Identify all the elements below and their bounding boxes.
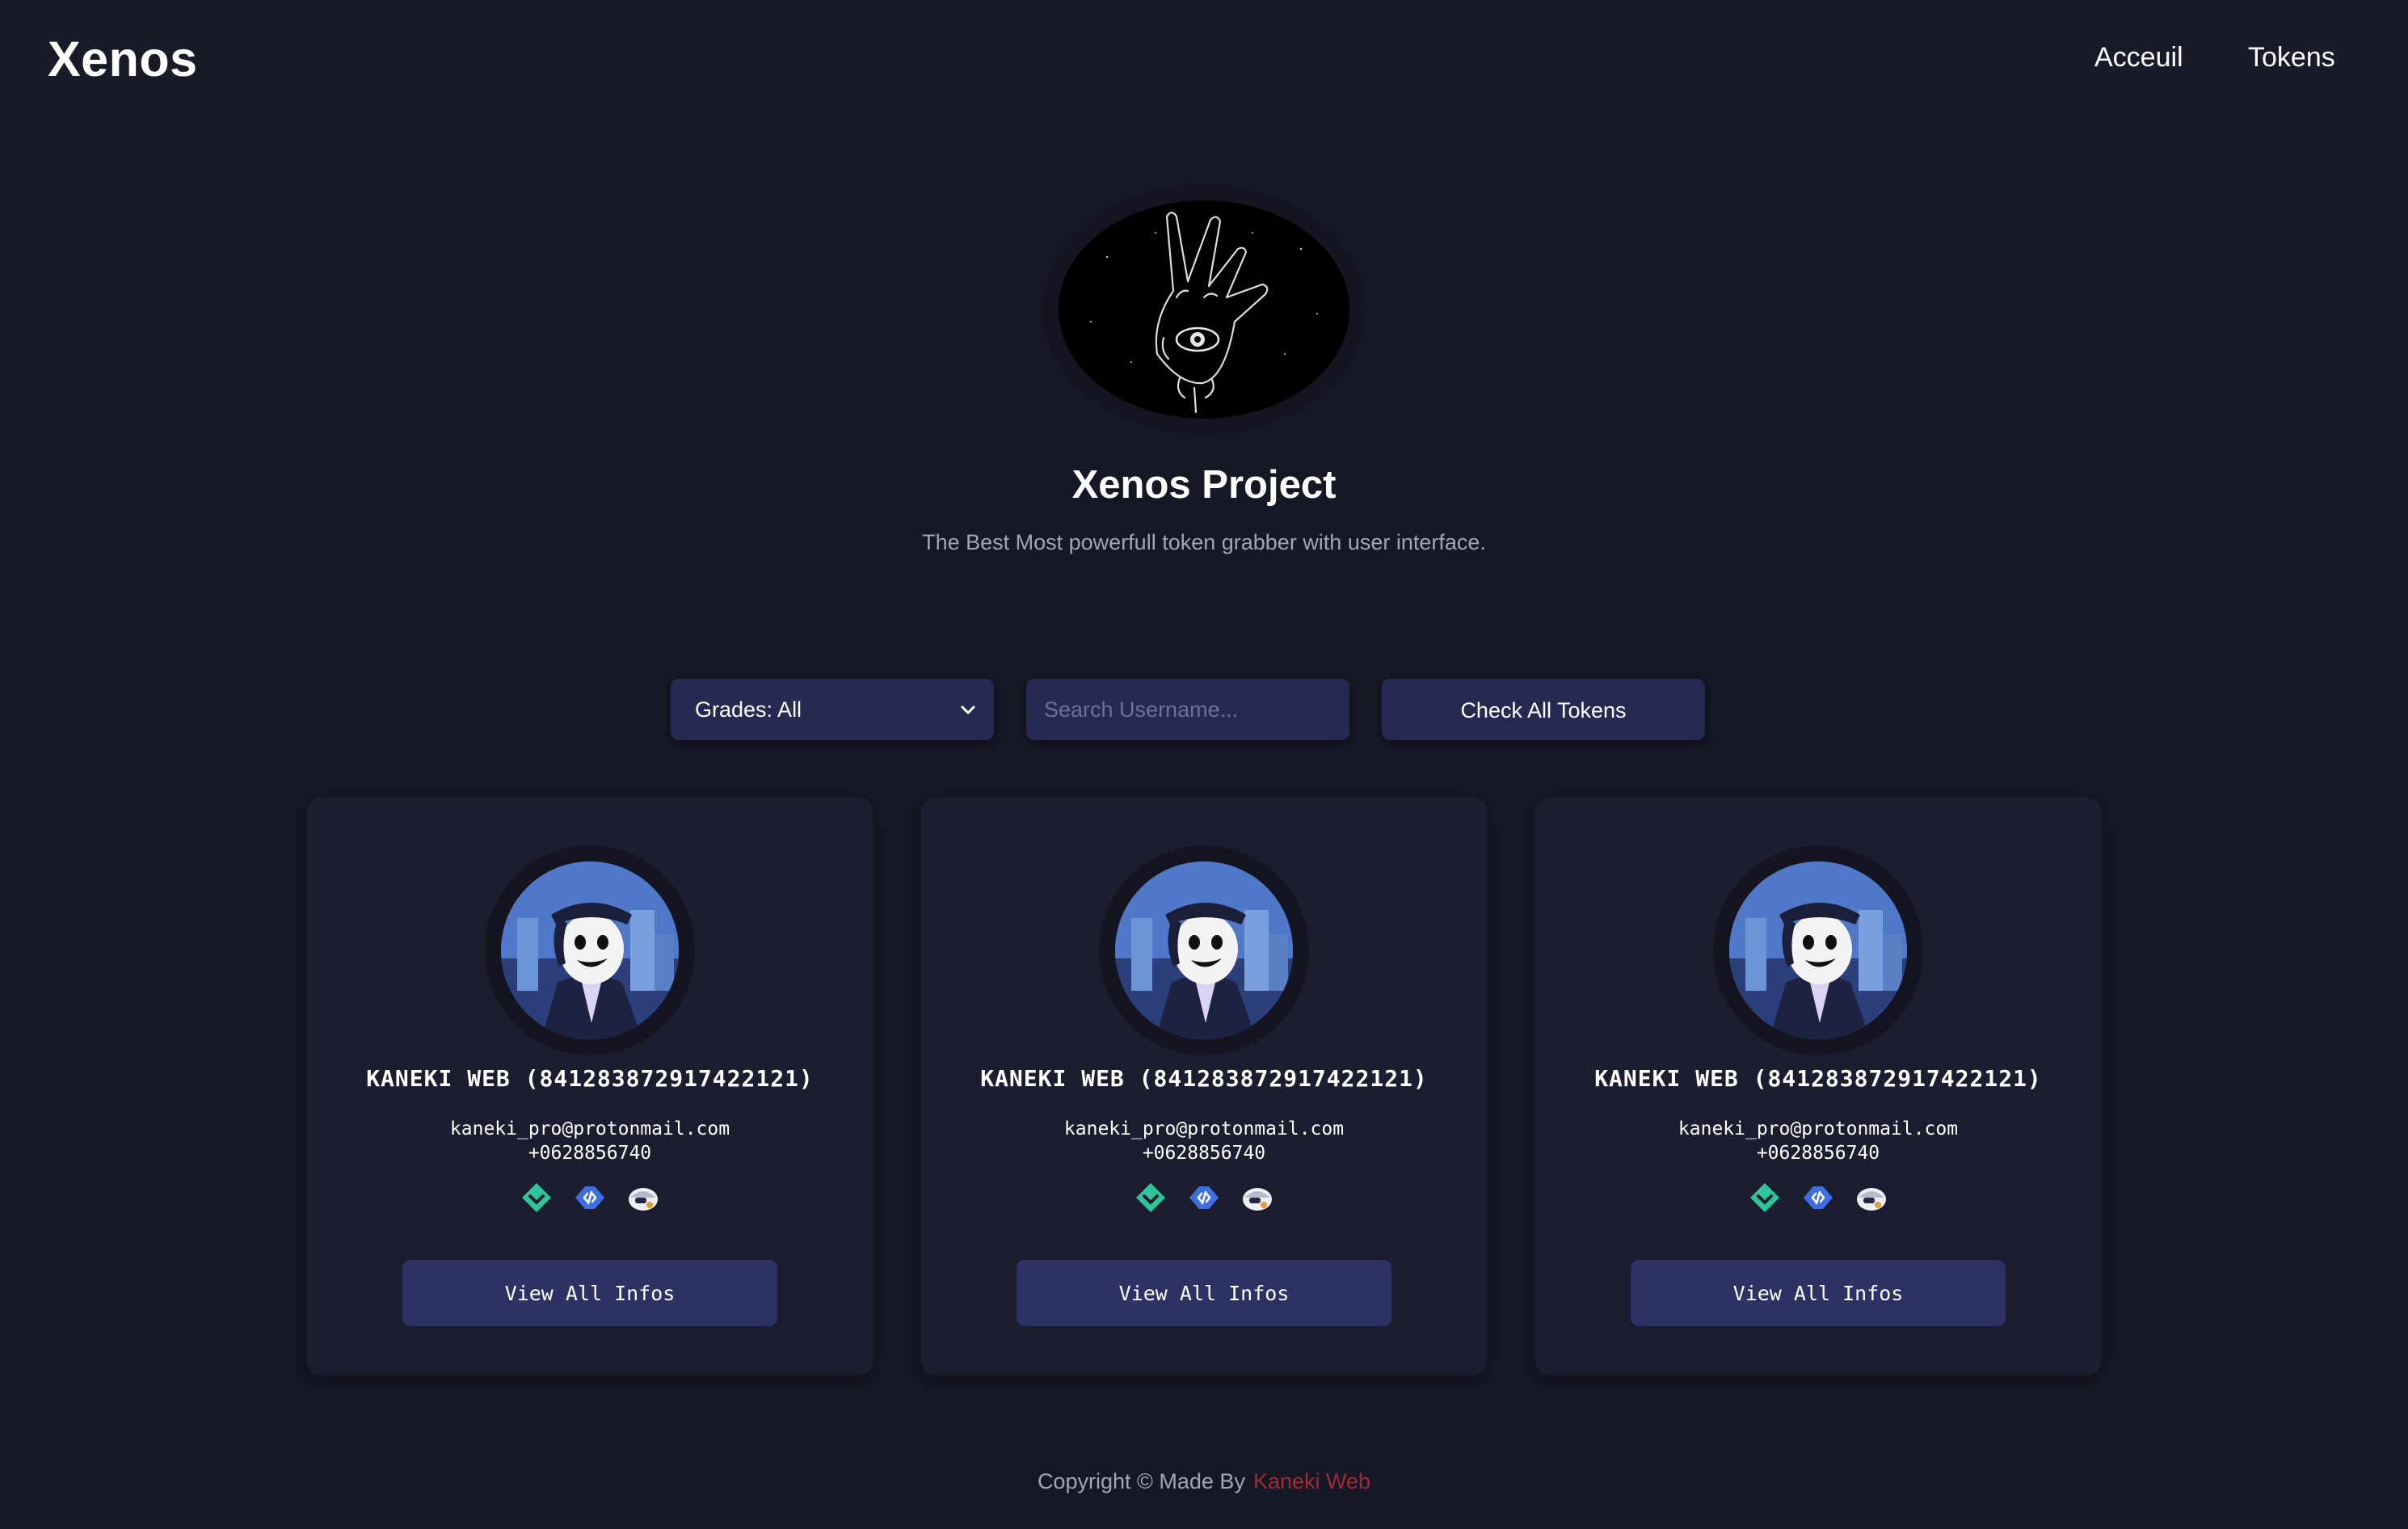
card-phone: +0628856740 <box>528 1143 652 1164</box>
active-developer-badge-icon <box>1747 1180 1783 1215</box>
quest-badge-icon <box>1240 1180 1275 1215</box>
nav-link-acceuil[interactable]: Acceuil <box>2094 42 2183 74</box>
footer-author-link[interactable]: Kaneki Web <box>1253 1469 1370 1493</box>
token-card: KANEKI WEB (841283872917422121) kaneki_p… <box>1535 797 2101 1375</box>
check-all-tokens-button[interactable]: Check All Tokens <box>1382 679 1705 740</box>
developer-badge-icon <box>1186 1180 1222 1215</box>
view-all-infos-button[interactable]: View All Infos <box>402 1260 777 1326</box>
active-developer-badge-icon <box>1133 1180 1168 1215</box>
nav-link-tokens[interactable]: Tokens <box>2248 42 2335 74</box>
token-card: KANEKI WEB (841283872917422121) kaneki_p… <box>307 797 873 1375</box>
developer-badge-icon <box>1800 1180 1836 1215</box>
card-email: kaneki_pro@protonmail.com <box>1063 1118 1345 1139</box>
avatar <box>1729 861 1907 1039</box>
card-email: kaneki_pro@protonmail.com <box>449 1118 730 1139</box>
navbar: Xenos Acceuil Tokens <box>0 0 2408 121</box>
quest-badge-icon <box>1854 1180 1889 1215</box>
footer-copyright: Copyright © Made By <box>1037 1469 1245 1493</box>
developer-badge-icon <box>572 1180 608 1215</box>
grade-filter-select[interactable]: Grades: All <box>671 679 994 740</box>
brand-logo-text[interactable]: Xenos <box>48 31 198 87</box>
card-username: KANEKI WEB (841283872917422121) <box>366 1065 814 1092</box>
avatar <box>501 861 679 1039</box>
avatar <box>1115 861 1293 1039</box>
quest-badge-icon <box>625 1180 661 1215</box>
page-subtitle: The Best Most powerfull token grabber wi… <box>922 530 1486 554</box>
page-title: Xenos Project <box>1071 463 1337 507</box>
active-developer-badge-icon <box>519 1180 554 1215</box>
card-phone: +0628856740 <box>1142 1143 1266 1164</box>
footer: Copyright © Made By Kaneki Web <box>0 1469 2408 1494</box>
card-username: KANEKI WEB (841283872917422121) <box>980 1065 1428 1092</box>
token-card: KANEKI WEB (841283872917422121) kaneki_p… <box>921 797 1487 1375</box>
grade-filter-value: Grades: All <box>695 697 802 722</box>
card-username: KANEKI WEB (841283872917422121) <box>1594 1065 2042 1092</box>
badge-list <box>1535 1180 2101 1215</box>
hand-eye-icon <box>1059 200 1349 419</box>
badge-list <box>921 1180 1487 1215</box>
card-email: kaneki_pro@protonmail.com <box>1678 1118 1959 1139</box>
card-phone: +0628856740 <box>1756 1143 1880 1164</box>
search-username-input[interactable] <box>1026 679 1349 740</box>
badge-list <box>307 1180 873 1215</box>
view-all-infos-button[interactable]: View All Infos <box>1017 1260 1391 1326</box>
chevron-down-icon <box>961 706 975 714</box>
view-all-infos-button[interactable]: View All Infos <box>1631 1260 2006 1326</box>
